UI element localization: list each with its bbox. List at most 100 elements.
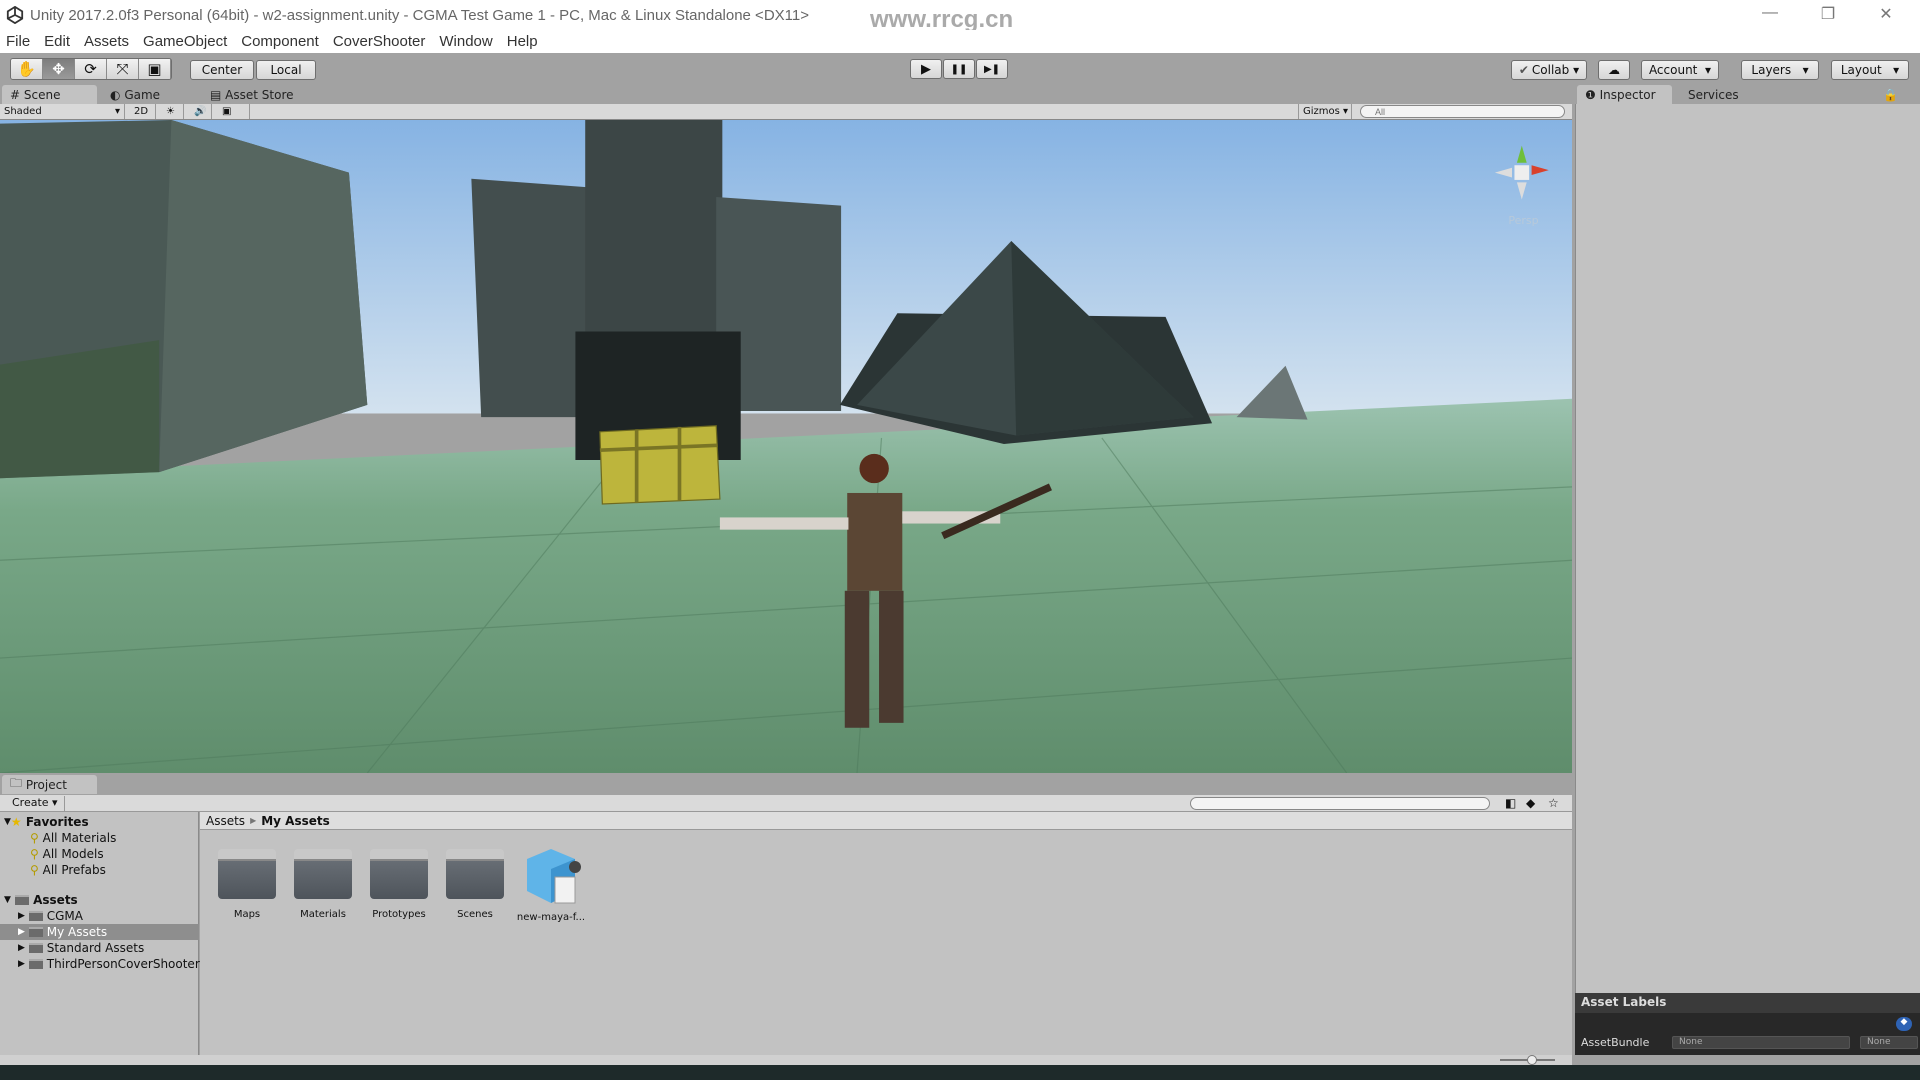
close-button[interactable]: ✕: [1866, 4, 1906, 24]
collab-dropdown[interactable]: ✔ Collab ▾: [1511, 60, 1587, 80]
menu-help[interactable]: Help: [507, 33, 538, 50]
asset-folder-materials[interactable]: Materials: [288, 847, 358, 920]
tree-assets[interactable]: ▼ Assets: [4, 892, 78, 908]
tab-game[interactable]: ◐ Game: [102, 85, 168, 104]
layers-dropdown[interactable]: Layers ▾: [1741, 60, 1819, 80]
account-dropdown[interactable]: Account ▾: [1641, 60, 1719, 80]
filter-type-icon[interactable]: ◧: [1505, 796, 1516, 810]
menu-file[interactable]: File: [6, 33, 30, 50]
tree-item[interactable]: ▶ Standard Assets: [18, 940, 144, 956]
slider-handle[interactable]: [1527, 1055, 1537, 1065]
tab-asset-store[interactable]: ▤ Asset Store: [202, 85, 302, 104]
tag-icon[interactable]: ◆: [1896, 1017, 1912, 1031]
expand-arrow-icon: ▶: [18, 943, 25, 953]
tree-favorites[interactable]: ▼ ★ Favorites: [4, 814, 89, 830]
maximize-button[interactable]: ❐: [1808, 4, 1848, 24]
tab-inspector[interactable]: ❶ Inspector: [1577, 85, 1672, 104]
tree-item[interactable]: ⚲ All Prefabs: [30, 862, 106, 878]
2d-toggle[interactable]: 2D: [130, 104, 156, 119]
pivot-local-button[interactable]: Local: [256, 60, 316, 80]
tree-item-selected[interactable]: ▶ My Assets: [0, 924, 199, 940]
tab-label: Scene: [23, 87, 61, 102]
menu-component[interactable]: Component: [241, 33, 319, 50]
tree-label: All Models: [42, 847, 104, 861]
pivot-label: Center: [201, 63, 243, 77]
tab-label: Asset Store: [225, 87, 294, 102]
project-search-input[interactable]: [1190, 797, 1490, 810]
create-dropdown[interactable]: Create ▾: [6, 796, 65, 811]
scene-toolbar: Shaded ▾ 2D ☀ 🔊 ▣ Gizmos ▾: [0, 104, 1572, 120]
filter-label-icon[interactable]: ◆: [1526, 796, 1535, 810]
scene-view[interactable]: Persp: [0, 120, 1572, 773]
asset-label: new-maya-f...: [516, 912, 586, 923]
shading-dropdown[interactable]: Shaded ▾: [0, 104, 125, 119]
scene-search-input[interactable]: [1360, 105, 1565, 118]
search-icon: ⚲: [30, 847, 39, 861]
tree-item[interactable]: ▶ ThirdPersonCoverShooter: [18, 956, 200, 972]
asset-folder-maps[interactable]: Maps: [212, 847, 282, 920]
cloud-button[interactable]: ☁: [1598, 60, 1630, 80]
tree-label: My Assets: [46, 925, 108, 939]
expand-arrow-icon: ▼: [4, 817, 11, 827]
main-toolbar: ✋ ✥ ⟳ ⤧ ▣ Center Local ▶ ❚❚ ▶❚ ✔ Collab ▾…: [0, 53, 1920, 85]
hand-tool-button[interactable]: ✋: [11, 59, 43, 79]
lighting-toggle[interactable]: ☀: [162, 104, 184, 119]
breadcrumb-item[interactable]: Assets: [206, 814, 245, 828]
status-bar: [0, 1065, 1920, 1080]
asset-model[interactable]: new-maya-f...: [516, 847, 586, 923]
asset-labels-title: Asset Labels: [1575, 993, 1920, 1013]
effects-dropdown[interactable]: ▣: [218, 104, 250, 119]
step-button[interactable]: ▶❚: [976, 59, 1008, 79]
expand-arrow-icon: ▶: [18, 927, 25, 937]
layout-dropdown[interactable]: Layout ▾: [1831, 60, 1909, 80]
lock-icon[interactable]: 🔒: [1875, 85, 1906, 104]
asset-label: Prototypes: [372, 909, 426, 920]
gizmos-dropdown[interactable]: Gizmos ▾: [1298, 104, 1352, 119]
asset-browser: Assets ▶ My Assets Maps Materials Protot…: [200, 812, 1572, 1055]
tab-services[interactable]: Services: [1680, 85, 1747, 104]
menu-assets[interactable]: Assets: [84, 33, 129, 50]
play-button[interactable]: ▶: [910, 59, 942, 79]
scale-tool-button[interactable]: ⤧: [107, 59, 139, 79]
folder-icon: [294, 849, 352, 899]
rect-tool-button[interactable]: ▣: [139, 59, 171, 79]
favorite-star-icon[interactable]: ☆: [1548, 796, 1559, 810]
scene-render: Persp: [0, 120, 1572, 773]
search-icon: ⚲: [30, 863, 39, 877]
menu-edit[interactable]: Edit: [44, 33, 70, 50]
menu-bar: File Edit Assets GameObject Component Co…: [0, 30, 1920, 53]
tree-label: Favorites: [25, 815, 89, 829]
tab-label: Inspector: [1599, 87, 1656, 102]
scene-tab-bar: # Scene ◐ Game ▤ Asset Store: [0, 85, 1572, 104]
move-tool-button[interactable]: ✥: [43, 59, 75, 79]
model-cube-icon: [527, 849, 581, 904]
asset-folder-prototypes[interactable]: Prototypes: [364, 847, 434, 920]
variant-dropdown[interactable]: None: [1860, 1036, 1918, 1049]
folder-icon: [370, 849, 428, 899]
layers-label: Layers: [1751, 63, 1792, 77]
bundle-value: None: [1679, 1037, 1703, 1047]
gizmos-label: Gizmos: [1303, 106, 1340, 117]
pause-button[interactable]: ❚❚: [943, 59, 975, 79]
tree-label: Assets: [33, 893, 78, 907]
pivot-center-button[interactable]: Center: [190, 60, 254, 80]
tree-label: CGMA: [46, 909, 83, 923]
breadcrumb: Assets ▶ My Assets: [200, 812, 1572, 830]
menu-gameobject[interactable]: GameObject: [143, 33, 227, 50]
menu-window[interactable]: Window: [439, 33, 492, 50]
menu-covershooter[interactable]: CoverShooter: [333, 33, 426, 50]
scene-icon: #: [10, 87, 21, 102]
tree-item[interactable]: ⚲ All Models: [30, 846, 104, 862]
audio-toggle[interactable]: 🔊: [190, 104, 212, 119]
tab-scene[interactable]: # Scene: [2, 85, 97, 104]
rotate-tool-button[interactable]: ⟳: [75, 59, 107, 79]
breadcrumb-item[interactable]: My Assets: [261, 814, 330, 828]
asset-label: Scenes: [457, 909, 493, 920]
tree-item[interactable]: ⚲ All Materials: [30, 830, 116, 846]
assetbundle-dropdown[interactable]: None: [1672, 1036, 1850, 1049]
tree-item[interactable]: ▶ CGMA: [18, 908, 83, 924]
minimize-button[interactable]: —: [1750, 4, 1790, 22]
project-tab-bar: 🗀 Project: [0, 775, 1572, 795]
tab-project[interactable]: 🗀 Project: [2, 775, 97, 794]
asset-folder-scenes[interactable]: Scenes: [440, 847, 510, 920]
